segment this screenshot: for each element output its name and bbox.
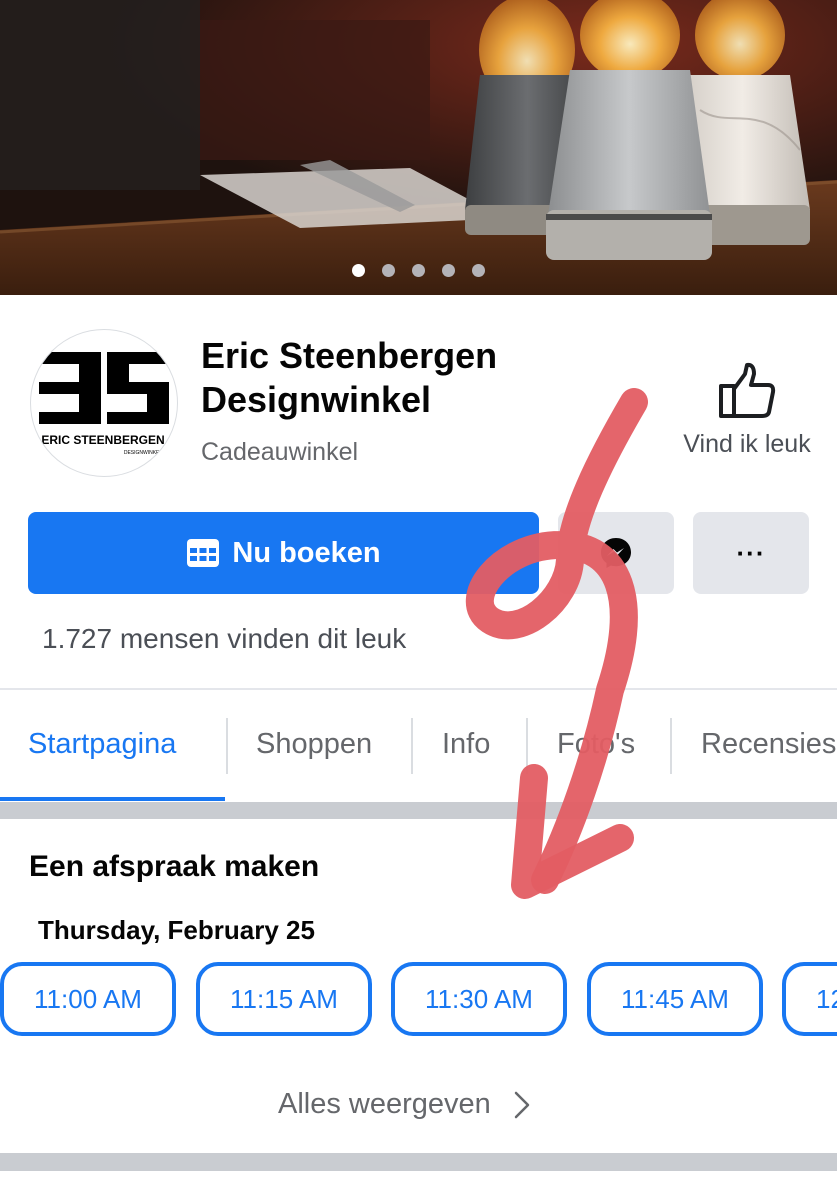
tab-separator xyxy=(526,718,528,774)
like-label: Vind ik leuk xyxy=(683,430,811,458)
logo-subtext: DESIGNWINKEL xyxy=(124,450,163,456)
calendar-icon xyxy=(187,539,220,567)
carousel-dot[interactable] xyxy=(412,263,425,277)
show-all-link[interactable]: Alles weergeven xyxy=(278,1088,531,1121)
carousel-dot[interactable] xyxy=(442,263,455,277)
time-slot[interactable]: 11:45 AM xyxy=(587,962,763,1036)
time-slot[interactable]: 11:15 AM xyxy=(196,962,372,1036)
appointment-date: Thursday, February 25 xyxy=(38,915,315,945)
tab-shoppen[interactable]: Shoppen xyxy=(256,728,372,768)
page-profile-logo[interactable]: ERIC STEENBERGEN DESIGNWINKEL xyxy=(30,329,178,477)
logo-wordmark: ERIC STEENBERGEN xyxy=(41,433,164,447)
likes-count[interactable]: 1.727 mensen vinden dit leuk xyxy=(42,623,406,655)
tab-recensies[interactable]: Recensies xyxy=(701,728,836,768)
tab-info[interactable]: Info xyxy=(442,728,490,768)
tab-separator xyxy=(670,718,672,774)
show-all-label: Alles weergeven xyxy=(278,1088,491,1120)
cover-image xyxy=(0,0,837,295)
time-slot[interactable]: 11:30 AM xyxy=(391,962,567,1036)
time-slot[interactable]: 12 xyxy=(782,962,837,1036)
chevron-right-icon xyxy=(514,1091,530,1118)
tab-separator xyxy=(411,718,413,774)
divider xyxy=(0,688,837,690)
section-divider xyxy=(0,1153,837,1171)
thumbs-up-icon xyxy=(719,362,776,418)
page-category[interactable]: Cadeauwinkel xyxy=(201,438,358,467)
book-now-label: Nu boeken xyxy=(232,536,381,569)
carousel-dot[interactable] xyxy=(472,263,485,277)
like-page-button[interactable]: Vind ik leuk xyxy=(660,362,834,472)
carousel-dot[interactable] xyxy=(352,263,365,277)
book-now-button[interactable]: Nu boeken xyxy=(28,512,539,594)
time-slot[interactable]: 11:00 AM xyxy=(0,962,176,1036)
tab-startpagina[interactable]: Startpagina xyxy=(28,728,176,768)
page-title: Eric Steenbergen Designwinkel xyxy=(201,335,498,420)
messenger-button[interactable] xyxy=(558,512,674,594)
section-divider xyxy=(0,802,837,819)
active-tab-indicator xyxy=(0,797,225,801)
tab-fotos[interactable]: Foto's xyxy=(557,728,635,768)
cover-pagination xyxy=(0,262,837,278)
cover-photo[interactable] xyxy=(0,0,837,295)
tab-separator xyxy=(226,718,228,774)
more-options-icon: ··· xyxy=(736,537,766,568)
logo-mark-icon xyxy=(39,352,169,424)
messenger-icon xyxy=(601,538,631,568)
more-options-button[interactable]: ··· xyxy=(693,512,809,594)
appointment-section-title: Een afspraak maken xyxy=(29,850,320,883)
carousel-dot[interactable] xyxy=(382,263,395,277)
